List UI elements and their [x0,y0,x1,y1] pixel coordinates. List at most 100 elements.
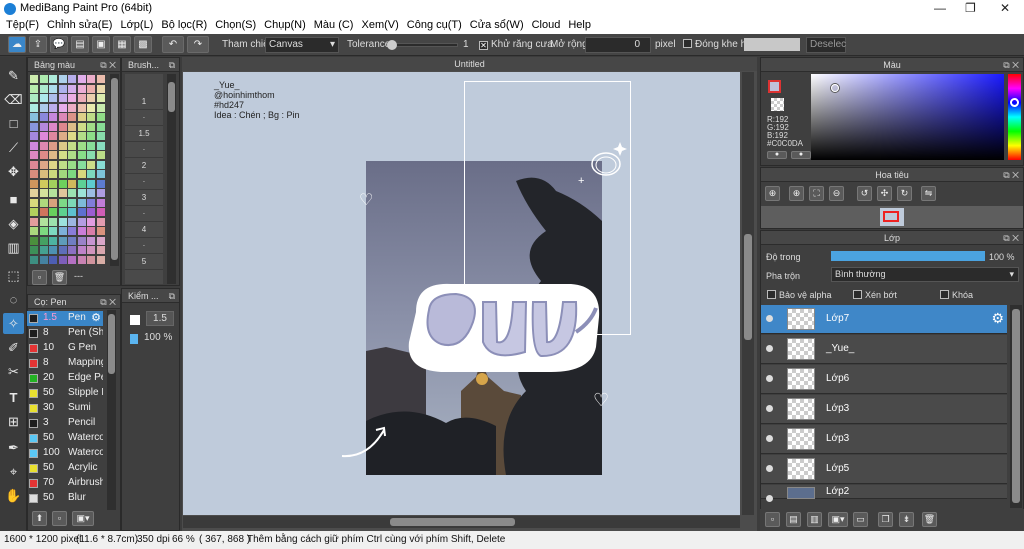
trash-icon[interactable]: 🗑 [52,270,67,285]
visibility-eye-icon[interactable] [766,405,773,412]
layer-row[interactable]: _Yue_ [761,335,1007,364]
palette-swatch[interactable] [30,179,38,188]
panel-menu-icon[interactable]: ⧉ ✕ [1003,58,1019,72]
flip-icon[interactable]: ⇋ [921,186,936,201]
brush-size-scrollbar[interactable] [167,74,176,284]
duplicate-layer-icon[interactable]: ❐ [878,512,893,527]
palette-swatch[interactable] [39,160,48,169]
brush-size-item[interactable]: 1 [125,94,163,110]
canvas-vscroll-thumb[interactable] [744,234,752,340]
palette-swatch[interactable] [96,160,105,169]
palette-swatch[interactable] [68,255,76,264]
palette-swatch[interactable] [39,227,48,235]
palette-swatch[interactable] [58,132,67,140]
palette-swatch[interactable] [58,208,67,216]
grid-icon[interactable]: ▩ [134,36,152,53]
palette-swatch[interactable] [77,160,86,169]
layer-row[interactable]: Lớp6 [761,365,1007,394]
palette-swatch[interactable] [96,246,105,254]
hand-tool-icon[interactable]: ✋ [3,485,24,506]
visibility-eye-icon[interactable] [766,435,773,442]
gap-slider[interactable] [744,38,800,51]
palette-swatch[interactable] [77,170,86,178]
blend-mode-select[interactable]: Bình thường ▾ [831,267,1019,282]
palette-swatch[interactable] [77,113,86,121]
brush-item[interactable]: 100 Waterco [27,446,103,461]
palette-swatch[interactable] [39,246,48,254]
layer-row[interactable]: Lớp2 [761,485,1007,502]
palette-swatch[interactable] [58,189,67,197]
panel-menu-icon[interactable]: ⧉ ✕ [100,58,116,72]
saturation-value-picker[interactable] [811,74,1004,160]
palette-swatch[interactable] [68,75,76,83]
rectangle-tool-icon[interactable]: □ [3,113,24,134]
palette-swatch[interactable] [77,84,86,93]
brush-item[interactable]: 50 Blur [27,491,103,506]
new-layer-icon[interactable]: ▫ [765,512,780,527]
palette-swatch[interactable] [96,151,105,159]
palette-swatch[interactable] [30,151,38,159]
palette-swatch[interactable] [68,122,76,131]
palette-swatch[interactable] [58,75,67,83]
brush-item[interactable]: 3 Pencil [27,416,103,431]
palette-swatch[interactable] [87,170,95,178]
palette-swatch[interactable] [49,151,57,159]
brush-scrollbar[interactable] [107,310,116,510]
palette-swatch[interactable] [77,217,86,226]
palette-swatch[interactable] [87,132,95,140]
layer-row[interactable]: Lớp5 [761,455,1007,484]
palette-swatch[interactable] [39,84,48,93]
palette-swatch[interactable] [96,94,105,102]
palette-swatch[interactable] [87,227,95,235]
eyedropper-tool-icon[interactable]: ⌖ [3,461,24,482]
palette-swatch[interactable] [96,170,105,178]
palette-swatch[interactable] [49,189,57,197]
color-mode-button[interactable]: ● [791,151,811,159]
color-mode-button[interactable]: ● [767,151,787,159]
antialias-checkbox[interactable]: ✕ Khử răng cưa [479,39,553,50]
palette-swatch[interactable] [68,208,76,216]
palette-swatch[interactable] [49,103,57,112]
folder-icon[interactable]: ▭ [853,512,868,527]
palette-swatch[interactable] [58,236,67,245]
new-8bit-layer-icon[interactable]: ▥ [807,512,822,527]
palette-swatch[interactable] [77,246,86,254]
palette-swatch[interactable] [58,103,67,112]
palette-swatch[interactable] [96,113,105,121]
move-tool-icon[interactable]: ✥ [3,161,24,182]
gap-close-checkbox[interactable]: Đóng khe hở [683,39,753,50]
palette-swatch[interactable] [58,255,67,264]
line-tool-icon[interactable]: ⟋ [3,137,24,158]
gear-icon[interactable]: ⚙ [91,311,101,324]
panel-menu-icon[interactable]: ⧉ ✕ [100,295,116,309]
document-tab[interactable]: Untitled [182,57,757,71]
frame-icon[interactable]: ▣ [92,36,110,53]
operation-tool-icon[interactable]: ⊞ [3,411,24,432]
brush-item[interactable]: 70 Airbrush [27,476,103,491]
brush-item[interactable]: 50 Waterco [27,431,103,446]
palette-swatch[interactable] [77,141,86,150]
palette-swatch[interactable] [77,227,86,235]
palette-swatch[interactable] [58,94,67,102]
palette-swatch[interactable] [49,122,57,131]
sub-color-swatch[interactable] [771,98,784,111]
palette-swatch[interactable] [77,189,86,197]
brush-tool-icon[interactable]: ✎ [3,65,24,86]
palette-swatch[interactable] [87,141,95,150]
navigator-preview[interactable] [761,206,1023,228]
share-icon[interactable]: ⇪ [29,36,47,53]
palette-swatch[interactable] [96,236,105,245]
palette-swatch[interactable] [68,170,76,178]
palette-swatch[interactable] [58,170,67,178]
palette-swatch[interactable] [30,160,38,169]
visibility-eye-icon[interactable] [766,495,773,502]
palette-swatch[interactable] [30,132,38,140]
palette-swatch[interactable] [49,160,57,169]
palette-swatch[interactable] [30,208,38,216]
new-halftone-layer-icon[interactable]: ▤ [786,512,801,527]
palette-swatch[interactable] [77,198,86,207]
brush-item[interactable]: 10 G Pen [27,341,103,356]
layout-icon[interactable]: ▦ [113,36,131,53]
palette-swatch[interactable] [87,122,95,131]
viewport-rect[interactable] [883,211,899,222]
